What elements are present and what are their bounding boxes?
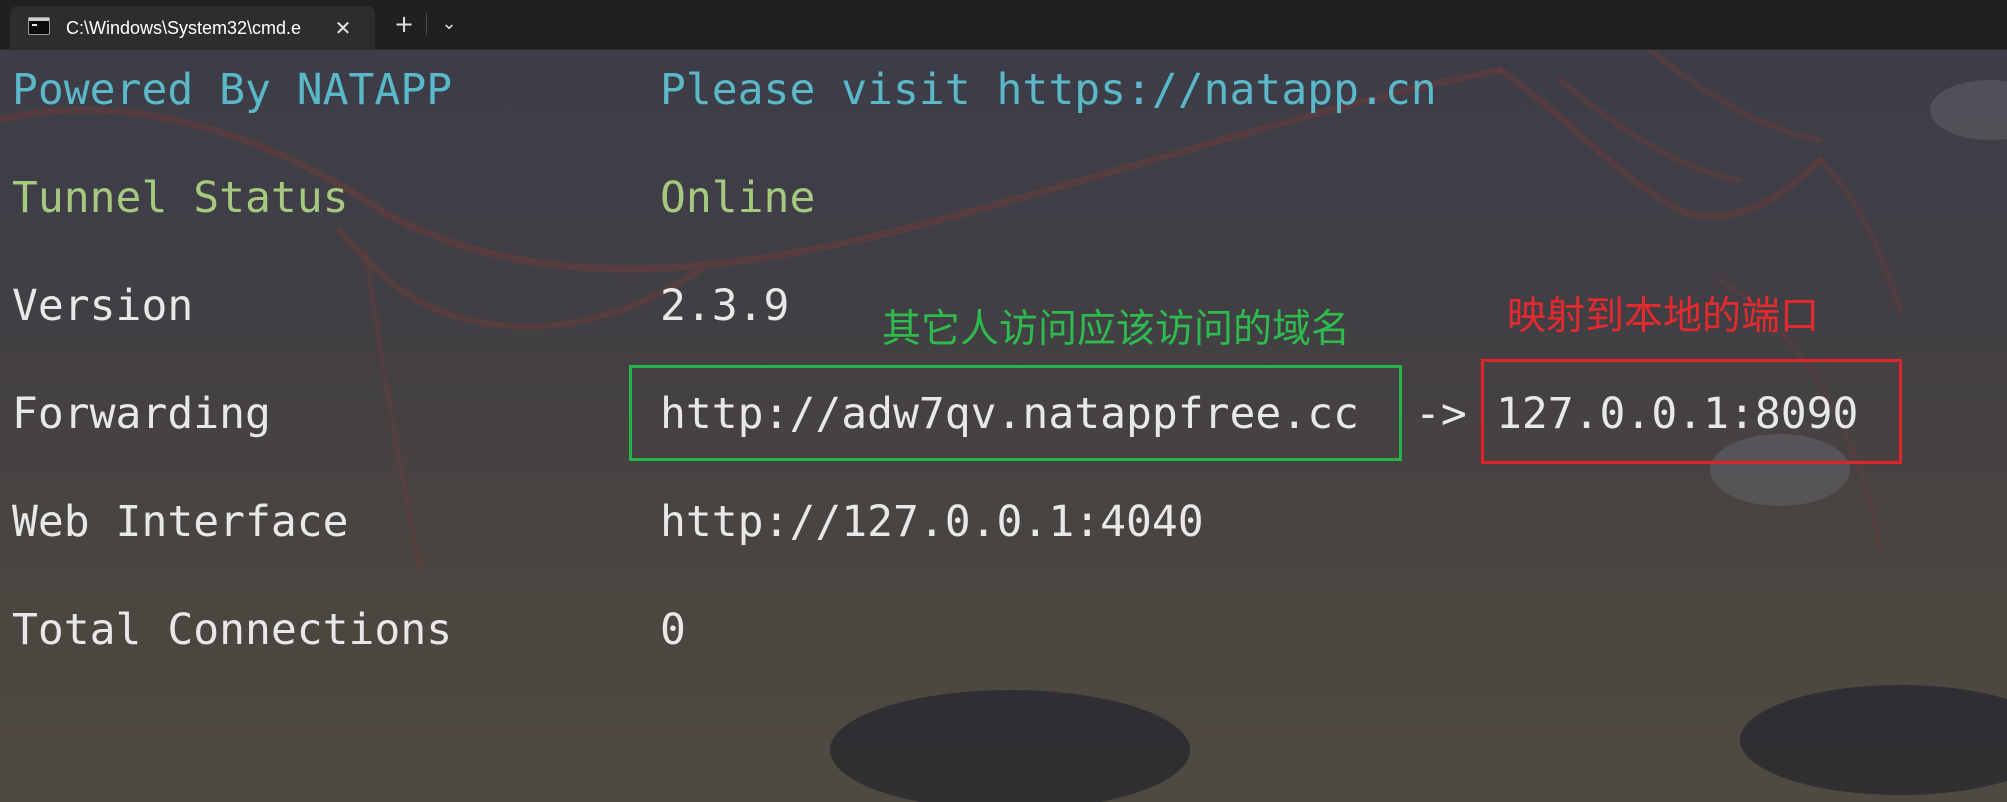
terminal-icon bbox=[28, 17, 50, 35]
version-value: 2.3.9 bbox=[660, 281, 790, 331]
web-interface-label: Web Interface bbox=[12, 497, 349, 547]
terminal-row: Total Connections 0 bbox=[0, 603, 2007, 657]
forwarding-label: Forwarding bbox=[12, 389, 271, 439]
tab-title: C:\Windows\System32\cmd.e bbox=[66, 18, 302, 38]
tunnel-status-value: Online bbox=[660, 173, 816, 223]
new-tab-button[interactable]: + bbox=[388, 8, 420, 40]
chevron-down-icon[interactable]: ⌄ bbox=[433, 8, 465, 40]
total-connections-label: Total Connections bbox=[12, 605, 453, 655]
domain-highlight-box bbox=[629, 365, 1402, 461]
domain-annotation: 其它人访问应该访问的域名 bbox=[882, 307, 1351, 352]
total-connections-value: 0 bbox=[660, 605, 686, 655]
title-bar: C:\Windows\System32\cmd.e ✕ + ⌄ bbox=[0, 0, 2007, 50]
terminal-row: Powered By NATAPP Please visit https://n… bbox=[0, 63, 2007, 117]
terminal-row: Web Interface http://127.0.0.1:4040 bbox=[0, 495, 2007, 549]
port-annotation: 映射到本地的端口 bbox=[1507, 294, 1820, 339]
tunnel-status-label: Tunnel Status bbox=[12, 173, 349, 223]
terminal-output[interactable]: Powered By NATAPP Please visit https://n… bbox=[0, 50, 2007, 802]
port-highlight-box bbox=[1481, 359, 1902, 464]
terminal-row: Tunnel Status Online bbox=[0, 171, 2007, 225]
forwarding-arrow: -> bbox=[1415, 389, 1467, 439]
terminal-window: C:\Windows\System32\cmd.e ✕ + ⌄ Powered … bbox=[0, 0, 2007, 802]
version-label: Version bbox=[12, 281, 194, 331]
close-icon[interactable]: ✕ bbox=[328, 13, 358, 43]
tab-cmd[interactable]: C:\Windows\System32\cmd.e ✕ bbox=[10, 6, 375, 49]
web-interface-url: http://127.0.0.1:4040 bbox=[660, 497, 1204, 547]
banner-label: Powered By NATAPP bbox=[12, 65, 453, 115]
banner-value: Please visit https://natapp.cn bbox=[660, 65, 1437, 115]
tab-divider bbox=[426, 13, 427, 35]
